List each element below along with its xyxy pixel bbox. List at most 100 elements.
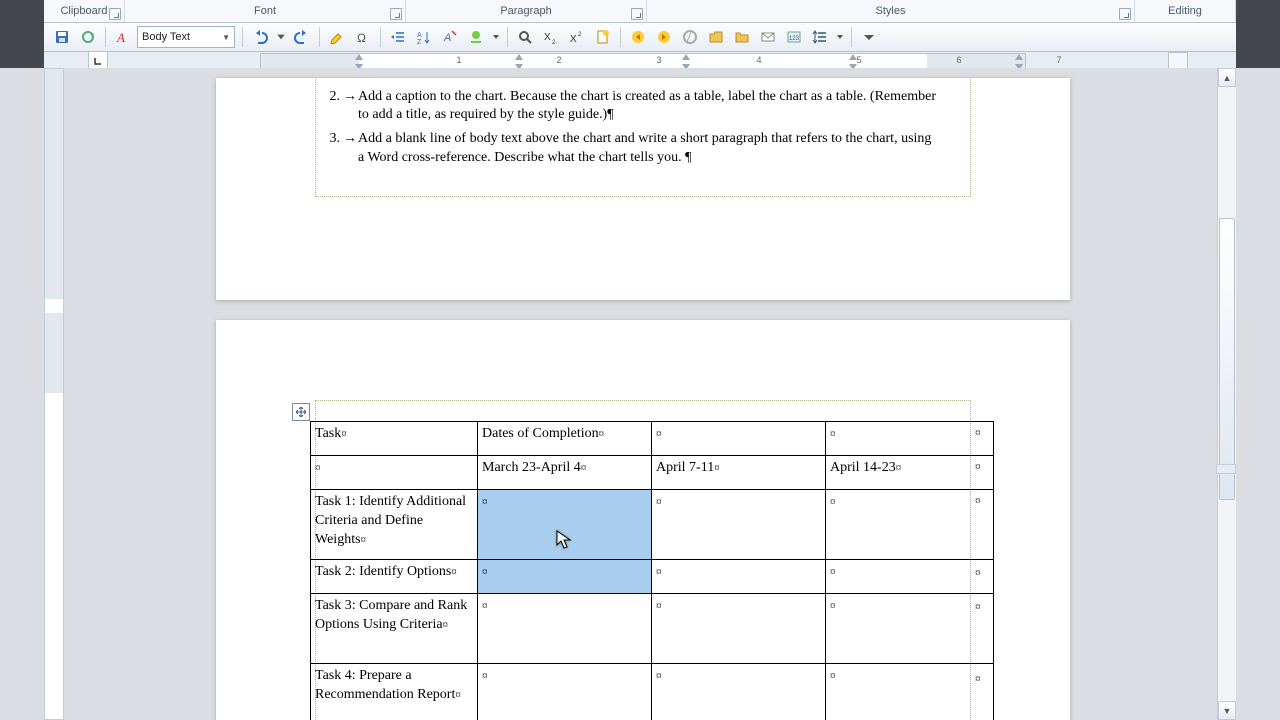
ribbon-group-label: Clipboard xyxy=(60,5,107,17)
zoom-button[interactable] xyxy=(513,25,537,49)
table-move-handle[interactable] xyxy=(292,403,310,421)
table-cell[interactable]: Task 3: Compare and Rank Options Using C… xyxy=(311,594,478,664)
document-page[interactable]: Task¤Dates of Completion¤¤¤¤March 23-Apr… xyxy=(216,320,1070,720)
decrease-indent-button[interactable] xyxy=(386,25,410,49)
table-cell[interactable]: March 23-April 4¤ xyxy=(478,456,652,490)
envelope-button[interactable] xyxy=(756,25,780,49)
ribbon-group-labels: Clipboard Font Paragraph Styles Editing xyxy=(44,0,1236,23)
cell-mark-icon: ¤ xyxy=(830,428,836,440)
scroll-down-button[interactable]: ▼ xyxy=(1218,701,1236,720)
clear-formatting-button[interactable]: A xyxy=(438,25,462,49)
table-cell[interactable]: ¤ xyxy=(652,560,826,594)
cell-mark-icon: ¤ xyxy=(482,600,488,612)
forward-button[interactable] xyxy=(652,25,676,49)
document-table[interactable]: Task¤Dates of Completion¤¤¤¤March 23-Apr… xyxy=(310,421,994,720)
table-cell[interactable]: ¤ xyxy=(826,490,994,560)
repeat-button[interactable] xyxy=(76,25,100,49)
svg-text:Ω: Ω xyxy=(357,31,366,45)
table-cell[interactable]: ¤ xyxy=(652,490,826,560)
cell-mark-icon: ¤ xyxy=(830,496,836,508)
split-bar[interactable] xyxy=(1216,464,1236,474)
word-count-button[interactable]: 123 xyxy=(782,25,806,49)
separator xyxy=(380,27,381,47)
table-cell[interactable]: ¤ xyxy=(826,594,994,664)
table-cell[interactable]: ¤ xyxy=(478,490,652,560)
ribbon-group-editing: Editing xyxy=(1135,0,1236,22)
table-cell[interactable]: Task¤ xyxy=(311,422,478,456)
vertical-ruler[interactable] xyxy=(44,68,64,720)
cell-mark-icon: ¤ xyxy=(714,462,720,474)
font-color-dropdown[interactable] xyxy=(490,25,502,49)
dialog-launcher-icon[interactable] xyxy=(631,8,643,20)
table-cell[interactable]: Task 1: Identify Additional Criteria and… xyxy=(311,490,478,560)
table-cell[interactable]: ¤ xyxy=(652,422,826,456)
table-cell[interactable]: Dates of Completion¤ xyxy=(478,422,652,456)
table-cell[interactable]: ¤ xyxy=(652,664,826,720)
cell-mark-icon: ¤ xyxy=(451,566,457,578)
dialog-launcher-icon[interactable] xyxy=(109,8,121,20)
toolbar-options-button[interactable] xyxy=(857,25,881,49)
font-color-button[interactable] xyxy=(464,25,488,49)
new-document-button[interactable] xyxy=(591,25,615,49)
cell-mark-icon: ¤ xyxy=(656,670,662,682)
list-item[interactable]: 3. → Add a blank line of body text above… xyxy=(318,130,940,166)
style-letter-icon[interactable]: A xyxy=(111,25,135,49)
line-spacing-dropdown[interactable] xyxy=(834,25,846,49)
document-page[interactable]: 2. → Add a caption to the chart. Because… xyxy=(216,78,1070,300)
line-spacing-button[interactable] xyxy=(808,25,832,49)
list-number: 2. xyxy=(318,88,342,124)
vertical-scrollbar[interactable]: ▲ ▼ xyxy=(1217,68,1236,720)
table-cell[interactable]: ¤ xyxy=(826,664,994,720)
table-cell[interactable]: ¤ xyxy=(478,594,652,664)
pilcrow-icon: ¶ xyxy=(607,107,613,122)
list-text[interactable]: Add a blank line of body text above the … xyxy=(358,130,940,166)
sort-button[interactable]: AZ xyxy=(412,25,436,49)
table-cell[interactable]: ¤ xyxy=(478,560,652,594)
style-selector[interactable]: Body Text ▼ xyxy=(137,26,235,48)
pages-container: 2. → Add a caption to the chart. Because… xyxy=(216,78,1070,720)
cell-mark-icon: ¤ xyxy=(581,462,587,474)
folder-button[interactable] xyxy=(730,25,754,49)
list-item[interactable]: 2. → Add a caption to the chart. Because… xyxy=(318,88,940,124)
superscript-button[interactable]: X2 xyxy=(565,25,589,49)
cell-mark-icon: ¤ xyxy=(656,496,662,508)
table-cell[interactable]: April 14-23¤ xyxy=(826,456,994,490)
row-end-mark-icon: ¤ xyxy=(975,567,981,579)
table-cell[interactable]: April 7-11¤ xyxy=(652,456,826,490)
dialog-launcher-icon[interactable] xyxy=(1119,8,1131,20)
table-cell[interactable]: ¤ xyxy=(826,422,994,456)
scroll-up-button[interactable]: ▲ xyxy=(1218,68,1236,87)
table-cell[interactable]: ¤ xyxy=(652,594,826,664)
table-cell[interactable]: Task 2: Identify Options¤ xyxy=(311,560,478,594)
svg-text:2: 2 xyxy=(552,40,556,45)
highlight-button[interactable] xyxy=(325,25,349,49)
undo-button[interactable] xyxy=(248,25,272,49)
svg-text:2: 2 xyxy=(578,32,582,38)
cell-mark-icon: ¤ xyxy=(341,428,347,440)
list-number: 3. xyxy=(318,130,342,166)
list-text[interactable]: Add a caption to the chart. Because the … xyxy=(358,88,940,124)
table-wrapper: Task¤Dates of Completion¤¤¤¤March 23-Apr… xyxy=(310,421,994,720)
table-cell[interactable]: ¤ xyxy=(311,456,478,490)
back-button[interactable] xyxy=(626,25,650,49)
scrollbar-thumb[interactable] xyxy=(1219,218,1235,500)
body-text-block[interactable]: 2. → Add a caption to the chart. Because… xyxy=(318,88,940,173)
insert-symbol-button[interactable]: Ω xyxy=(351,25,375,49)
undo-dropdown[interactable] xyxy=(274,25,288,49)
separator xyxy=(319,27,320,47)
table-cell[interactable]: ¤ xyxy=(826,560,994,594)
spelling-button[interactable] xyxy=(678,25,702,49)
cell-mark-icon: ¤ xyxy=(656,428,662,440)
toolbar: A Body Text ▼ Ω AZ A X2 X2 123 xyxy=(44,23,1236,52)
table-cell[interactable]: Task 4: Prepare a Recommendation Report¤ xyxy=(311,664,478,720)
subscript-button[interactable]: X2 xyxy=(539,25,563,49)
cell-mark-icon: ¤ xyxy=(482,496,488,508)
table-cell[interactable]: ¤ xyxy=(478,664,652,720)
cell-mark-icon: ¤ xyxy=(482,670,488,682)
dialog-launcher-icon[interactable] xyxy=(390,8,402,20)
open-button[interactable] xyxy=(704,25,728,49)
ribbon-group-label: Editing xyxy=(1168,5,1202,17)
redo-button[interactable] xyxy=(290,25,314,49)
row-end-mark-icon: ¤ xyxy=(975,461,981,473)
save-button[interactable] xyxy=(50,25,74,49)
